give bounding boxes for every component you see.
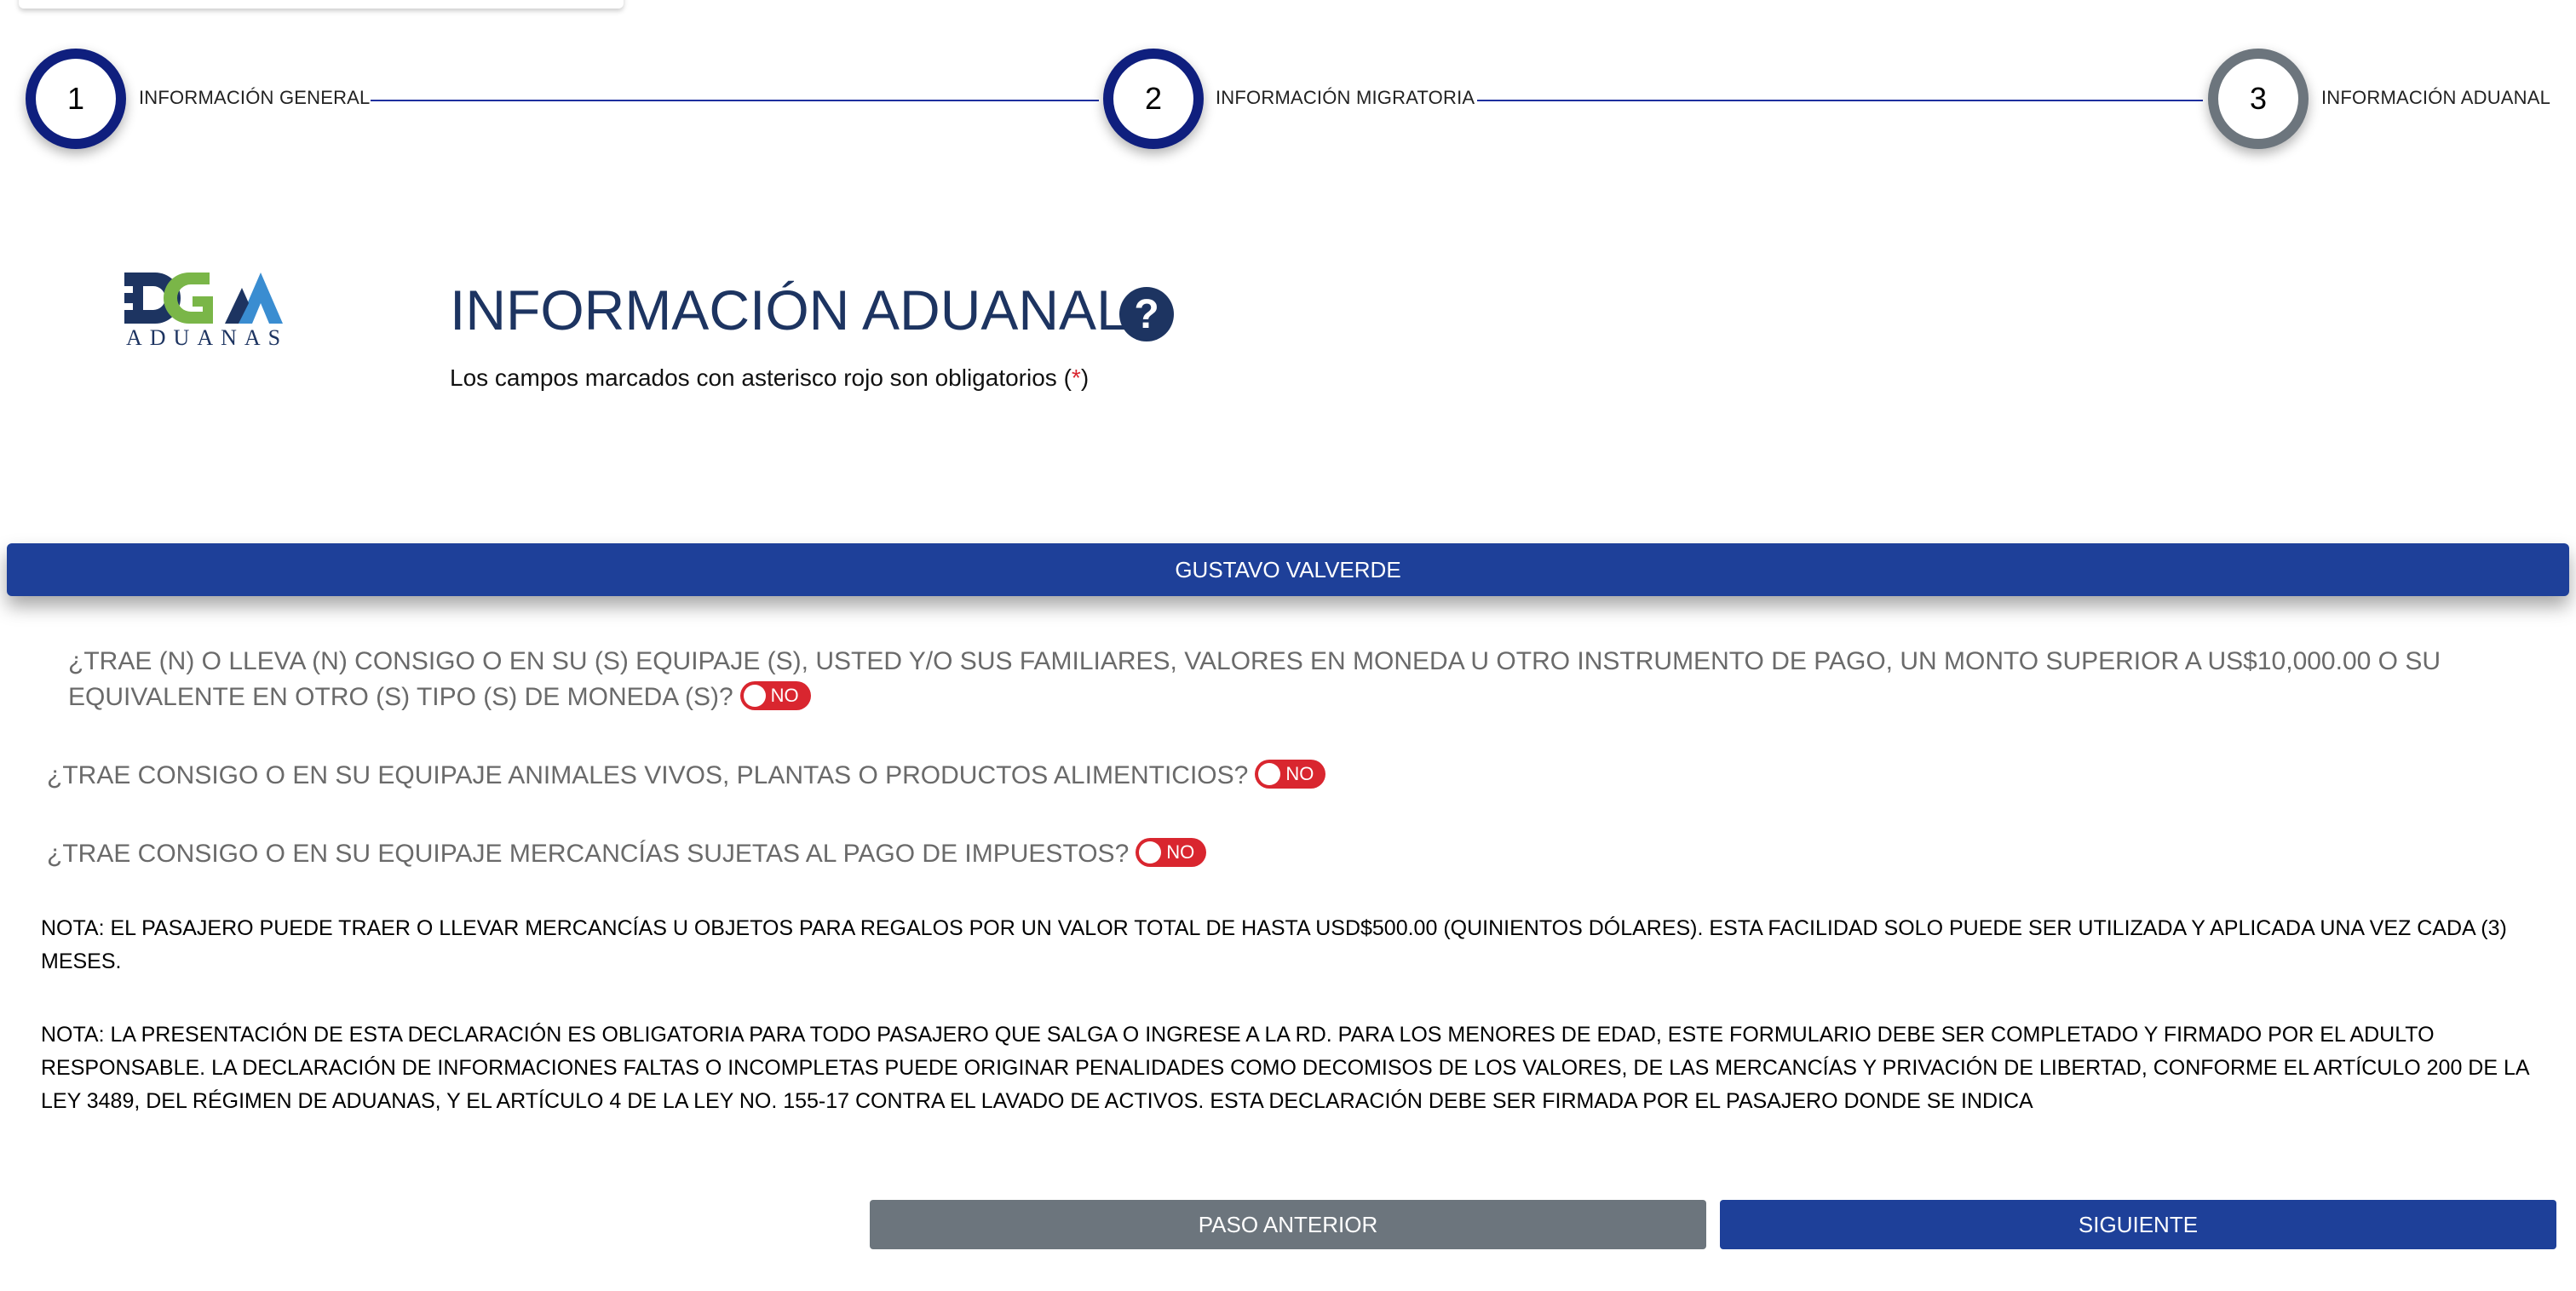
question-taxable-text: ¿TRAE CONSIGO O EN SU EQUIPAJE MERCANCÍA… xyxy=(47,840,1130,868)
toggle-label: NO xyxy=(770,685,799,707)
step-1-circle[interactable]: 1 xyxy=(26,49,126,149)
toggle-knob xyxy=(743,685,766,708)
note-mandatory-declaration: NOTA: LA PRESENTACIÓN DE ESTA DECLARACIÓ… xyxy=(41,1023,2529,1113)
question-currency-text: ¿TRAE (N) O LLEVA (N) CONSIGO O EN SU (S… xyxy=(68,647,2441,711)
logo-text: ADUANAS xyxy=(126,325,289,350)
question-animals-plants: ¿TRAE CONSIGO O EN SU EQUIPAJE ANIMALES … xyxy=(47,758,1326,794)
required-asterisk: * xyxy=(1071,364,1081,391)
previous-step-button[interactable]: PASO ANTERIOR xyxy=(870,1200,1706,1249)
step-connector-2 xyxy=(1477,100,2203,101)
question-circle-icon[interactable]: ? xyxy=(1119,287,1174,341)
toggle-knob xyxy=(1139,841,1162,864)
subtitle-text: Los campos marcados con asterisco rojo s… xyxy=(450,364,1072,391)
passenger-name-bar[interactable]: GUSTAVO VALVERDE xyxy=(7,543,2569,596)
step-2-number: 2 xyxy=(1144,81,1163,116)
step-1-label: INFORMACIÓN GENERAL xyxy=(139,87,371,108)
note-gifts: NOTA: EL PASAJERO PUEDE TRAER O LLEVAR M… xyxy=(41,916,2507,973)
question-taxable-goods: ¿TRAE CONSIGO O EN SU EQUIPAJE MERCANCÍA… xyxy=(47,836,1207,872)
taxable-toggle[interactable]: NO xyxy=(1136,838,1207,868)
step-3-number: 3 xyxy=(2249,81,2268,116)
question-animals-text: ¿TRAE CONSIGO O EN SU EQUIPAJE ANIMALES … xyxy=(47,761,1249,789)
next-button[interactable]: SIGUIENTE xyxy=(1720,1200,2556,1249)
top-dropdown-card xyxy=(19,0,624,9)
step-3-circle[interactable]: 3 xyxy=(2208,49,2309,149)
currency-toggle[interactable]: NO xyxy=(739,681,811,711)
step-2-label: INFORMACIÓN MIGRATORIA xyxy=(1216,87,1475,108)
required-fields-note: Los campos marcados con asterisco rojo s… xyxy=(450,364,1089,392)
step-1-number: 1 xyxy=(66,81,85,116)
toggle-label: NO xyxy=(1285,763,1314,785)
page-title: INFORMACIÓN ADUANAL xyxy=(450,278,1128,341)
animals-toggle[interactable]: NO xyxy=(1255,760,1326,789)
subtitle-close: ) xyxy=(1080,364,1090,391)
step-3-label: INFORMACIÓN ADUANAL xyxy=(2321,87,2551,108)
step-connector-1 xyxy=(371,100,1099,101)
step-2-circle[interactable]: 2 xyxy=(1103,49,1204,149)
passenger-name: GUSTAVO VALVERDE xyxy=(1175,556,1401,582)
toggle-label: NO xyxy=(1166,841,1195,864)
question-currency: ¿TRAE (N) O LLEVA (N) CONSIGO O EN SU (S… xyxy=(68,644,2530,715)
toggle-knob xyxy=(1258,763,1281,786)
